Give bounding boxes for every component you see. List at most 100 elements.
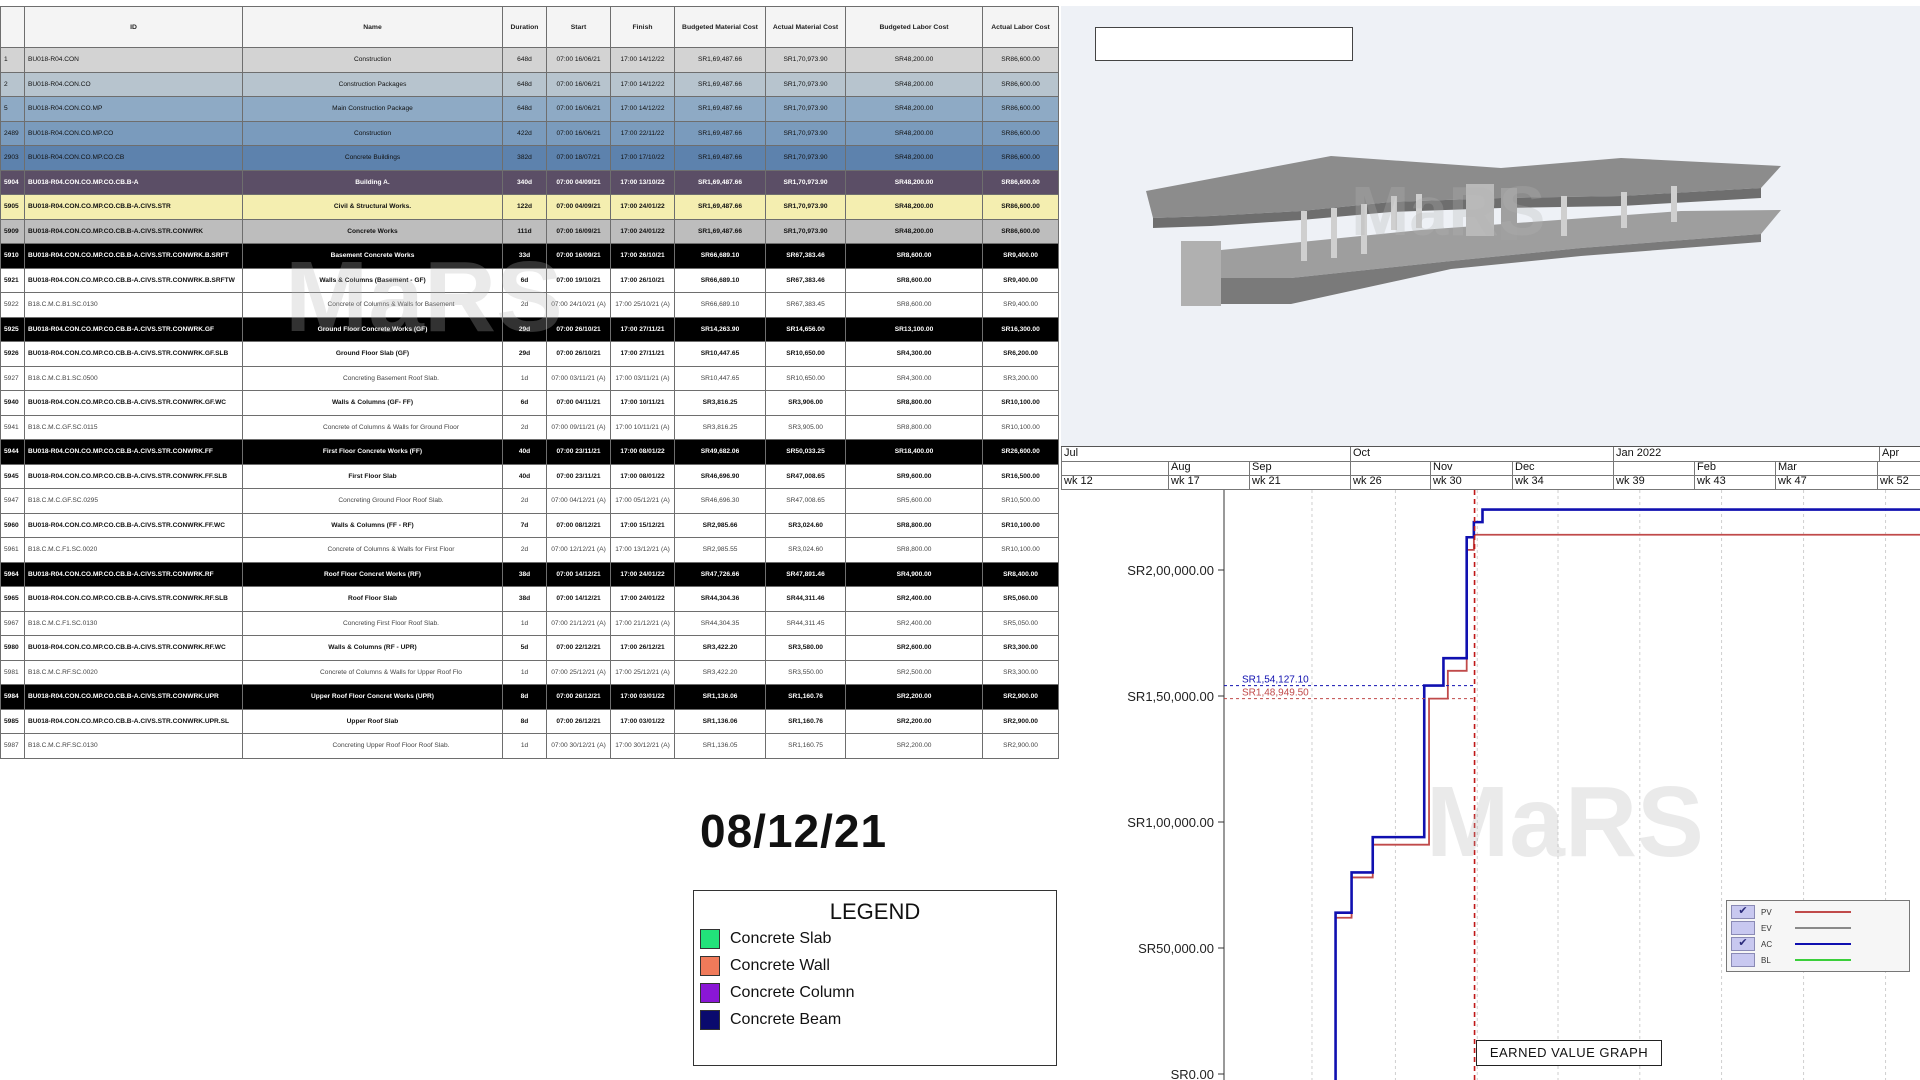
cell-actual-material-cost: SR67,383.46: [765, 267, 846, 293]
checkbox-icon[interactable]: [1731, 921, 1755, 935]
table-row[interactable]: 5964 BU018-R04.CON.CO.MP.CO.CB.B-A.CIVS.S…: [0, 561, 1059, 587]
table-row[interactable]: 5961 B18.C.M.C.F1.SC.0020 Concrete of Colu…: [0, 537, 1059, 563]
legend-panel: LEGEND Concrete Slab Concrete Wall Concr…: [693, 890, 1057, 1066]
cell-finish-date: 17:00 03/11/21 (A): [610, 365, 675, 391]
table-row[interactable]: 2 BU018-R04.CON.CO Construction Packages 64…: [0, 71, 1059, 97]
model-viewport[interactable]: MaRS: [1061, 6, 1920, 446]
timescale-cell: Jul: [1061, 447, 1350, 461]
cell-actual-material-cost: SR67,383.45: [765, 292, 846, 318]
table-row[interactable]: 5927 B18.C.M.C.B1.SC.0500 Concreting Basem…: [0, 365, 1059, 391]
cell-finish-date: 17:00 03/01/22: [610, 684, 675, 710]
cell-actual-labor-cost: SR2,900.00: [982, 684, 1059, 710]
table-row[interactable]: 5910 BU018-R04.CON.CO.MP.CO.CB.B-A.CIVS.S…: [0, 243, 1059, 269]
cell-actual-labor-cost: SR86,600.00: [982, 169, 1059, 195]
cell-finish-date: 17:00 13/10/22: [610, 169, 675, 195]
column-header-id[interactable]: ID: [24, 6, 243, 48]
table-row[interactable]: 5941 B18.C.M.C.GF.SC.0115 Concrete of Colu…: [0, 414, 1059, 440]
table-row[interactable]: 5987 B18.C.M.C.RF.SC.0130 Concreting Upper…: [0, 733, 1059, 759]
timescale-cell: wk 30: [1430, 475, 1512, 489]
table-row[interactable]: 5965 BU018-R04.CON.CO.MP.CO.CB.B-A.CIVS.S…: [0, 586, 1059, 612]
cell-budgeted-material-cost: SR1,69,487.66: [674, 120, 766, 146]
column-header-duration[interactable]: Duration: [502, 6, 547, 48]
table-row[interactable]: 5905 BU018-R04.CON.CO.MP.CO.CB.B-A.CIVS.S…: [0, 194, 1059, 220]
cell-actual-material-cost: SR44,311.45: [765, 610, 846, 636]
legend-series-row[interactable]: EV: [1731, 921, 1851, 935]
cell-actual-material-cost: SR1,70,973.90: [765, 120, 846, 146]
table-row[interactable]: 5926 BU018-R04.CON.CO.MP.CO.CB.B-A.CIVS.S…: [0, 341, 1059, 367]
cell-start-date: 07:00 26/10/21: [546, 316, 611, 342]
table-row[interactable]: 5922 B18.C.M.C.B1.SC.0130 Concrete of Colu…: [0, 292, 1059, 318]
table-row[interactable]: 5945 BU018-R04.CON.CO.MP.CO.CB.B-A.CIVS.S…: [0, 463, 1059, 489]
cell-actual-labor-cost: SR86,600.00: [982, 145, 1059, 171]
table-row[interactable]: 5 BU018-R04.CON.CO.MP Main Construction Pa…: [0, 96, 1059, 122]
column-header-start[interactable]: Start: [546, 6, 611, 48]
cell-row-number: 1: [0, 47, 25, 73]
legend-series-row[interactable]: BL: [1731, 953, 1851, 967]
legend-series-label: EV: [1761, 923, 1772, 933]
timescale-cell: Oct: [1350, 447, 1613, 461]
column-header-actual-material-cost[interactable]: Actual Material Cost: [765, 6, 846, 48]
cell-start-date: 07:00 22/12/21: [546, 635, 611, 661]
checkbox-checked-icon[interactable]: ✔: [1731, 937, 1755, 951]
cell-start-date: 07:00 16/09/21: [546, 218, 611, 244]
column-header-budgeted-labor-cost[interactable]: Budgeted Labor Cost: [845, 6, 983, 48]
cell-start-date: 07:00 26/12/21: [546, 708, 611, 734]
cell-actual-labor-cost: SR9,400.00: [982, 292, 1059, 318]
cell-start-date: 07:00 04/12/21 (A): [546, 488, 611, 514]
column-header-rowno[interactable]: [0, 6, 25, 48]
table-row[interactable]: 5981 B18.C.M.C.RF.SC.0020 Concrete of Colu…: [0, 659, 1059, 685]
table-row[interactable]: 1 BU018-R04.CON Construction 648d 07:00 16/0…: [0, 47, 1059, 73]
table-row[interactable]: 5944 BU018-R04.CON.CO.MP.CO.CB.B-A.CIVS.S…: [0, 439, 1059, 465]
cell-task-name: Basement Concrete Works: [242, 243, 503, 269]
cell-actual-material-cost: SR44,311.46: [765, 586, 846, 612]
checkbox-checked-icon[interactable]: ✔: [1731, 905, 1755, 919]
cell-actual-material-cost: SR47,008.65: [765, 463, 846, 489]
cell-actual-material-cost: SR3,906.00: [765, 390, 846, 416]
column-header-budgeted-material-cost[interactable]: Budgeted Material Cost: [674, 6, 766, 48]
table-row[interactable]: 5960 BU018-R04.CON.CO.MP.CO.CB.B-A.CIVS.S…: [0, 512, 1059, 538]
column-header-finish[interactable]: Finish: [610, 6, 675, 48]
cell-budgeted-material-cost: SR1,69,487.66: [674, 96, 766, 122]
cell-actual-material-cost: SR3,550.00: [765, 659, 846, 685]
table-row[interactable]: 5940 BU018-R04.CON.CO.MP.CO.CB.B-A.CIVS.S…: [0, 390, 1059, 416]
table-row[interactable]: 5984 BU018-R04.CON.CO.MP.CO.CB.B-A.CIVS.S…: [0, 684, 1059, 710]
table-row[interactable]: 5967 B18.C.M.C.F1.SC.0130 Concreting First…: [0, 610, 1059, 636]
table-row[interactable]: 5909 BU018-R04.CON.CO.MP.CO.CB.B-A.CIVS.S…: [0, 218, 1059, 244]
column-header-name[interactable]: Name: [242, 6, 503, 48]
cell-row-number: 5961: [0, 537, 25, 563]
column-header-actual-labor-cost[interactable]: Actual Labor Cost: [982, 6, 1059, 48]
timescale-months-row-2: Aug Sep Nov Dec Feb Mar: [1061, 461, 1920, 476]
table-row[interactable]: 5921 BU018-R04.CON.CO.MP.CO.CB.B-A.CIVS.S…: [0, 267, 1059, 293]
cell-start-date: 07:00 26/12/21: [546, 684, 611, 710]
cell-budgeted-labor-cost: SR8,800.00: [845, 390, 983, 416]
cell-start-date: 07:00 23/11/21: [546, 463, 611, 489]
cell-budgeted-material-cost: SR46,696.90: [674, 463, 766, 489]
table-row[interactable]: 5980 BU018-R04.CON.CO.MP.CO.CB.B-A.CIVS.S…: [0, 635, 1059, 661]
cell-budgeted-labor-cost: SR48,200.00: [845, 169, 983, 195]
table-row[interactable]: 5947 B18.C.M.C.GF.SC.0295 Concreting Groun…: [0, 488, 1059, 514]
table-row[interactable]: 5985 BU018-R04.CON.CO.MP.CO.CB.B-A.CIVS.S…: [0, 708, 1059, 734]
cell-budgeted-material-cost: SR3,816.25: [674, 390, 766, 416]
cell-budgeted-material-cost: SR1,69,487.66: [674, 145, 766, 171]
timescale-cell: wk 52: [1877, 475, 1920, 489]
cell-actual-material-cost: SR47,008.65: [765, 488, 846, 514]
cell-budgeted-material-cost: SR1,69,487.66: [674, 47, 766, 73]
cell-actual-labor-cost: SR10,100.00: [982, 414, 1059, 440]
table-row[interactable]: 5904 BU018-R04.CON.CO.MP.CO.CB.B-A Buildin…: [0, 169, 1059, 195]
legend-series-row[interactable]: ✔ PV: [1731, 905, 1851, 919]
table-row[interactable]: 2489 BU018-R04.CON.CO.MP.CO Construction 42…: [0, 120, 1059, 146]
cell-actual-labor-cost: SR9,400.00: [982, 243, 1059, 269]
checkbox-icon[interactable]: [1731, 953, 1755, 967]
cell-budgeted-material-cost: SR66,689.10: [674, 267, 766, 293]
legend-series-row[interactable]: ✔ AC: [1731, 937, 1851, 951]
cell-task-id: BU018-R04.CON.CO.MP.CO.CB.B-A.CIVS.STR.C…: [24, 684, 243, 710]
cell-duration: 6d: [502, 267, 547, 293]
table-row[interactable]: 2903 BU018-R04.CON.CO.MP.CO.CB Concrete Bu…: [0, 145, 1059, 171]
cell-task-id: B18.C.M.C.B1.SC.0130: [24, 292, 243, 318]
cell-actual-labor-cost: SR10,500.00: [982, 488, 1059, 514]
cell-task-name: Building A.: [242, 169, 503, 195]
cell-task-name: Walls & Columns (Basement - GF): [242, 267, 503, 293]
cell-finish-date: 17:00 14/12/22: [610, 71, 675, 97]
table-row[interactable]: 5925 BU018-R04.CON.CO.MP.CO.CB.B-A.CIVS.S…: [0, 316, 1059, 342]
cell-start-date: 07:00 14/12/21: [546, 586, 611, 612]
